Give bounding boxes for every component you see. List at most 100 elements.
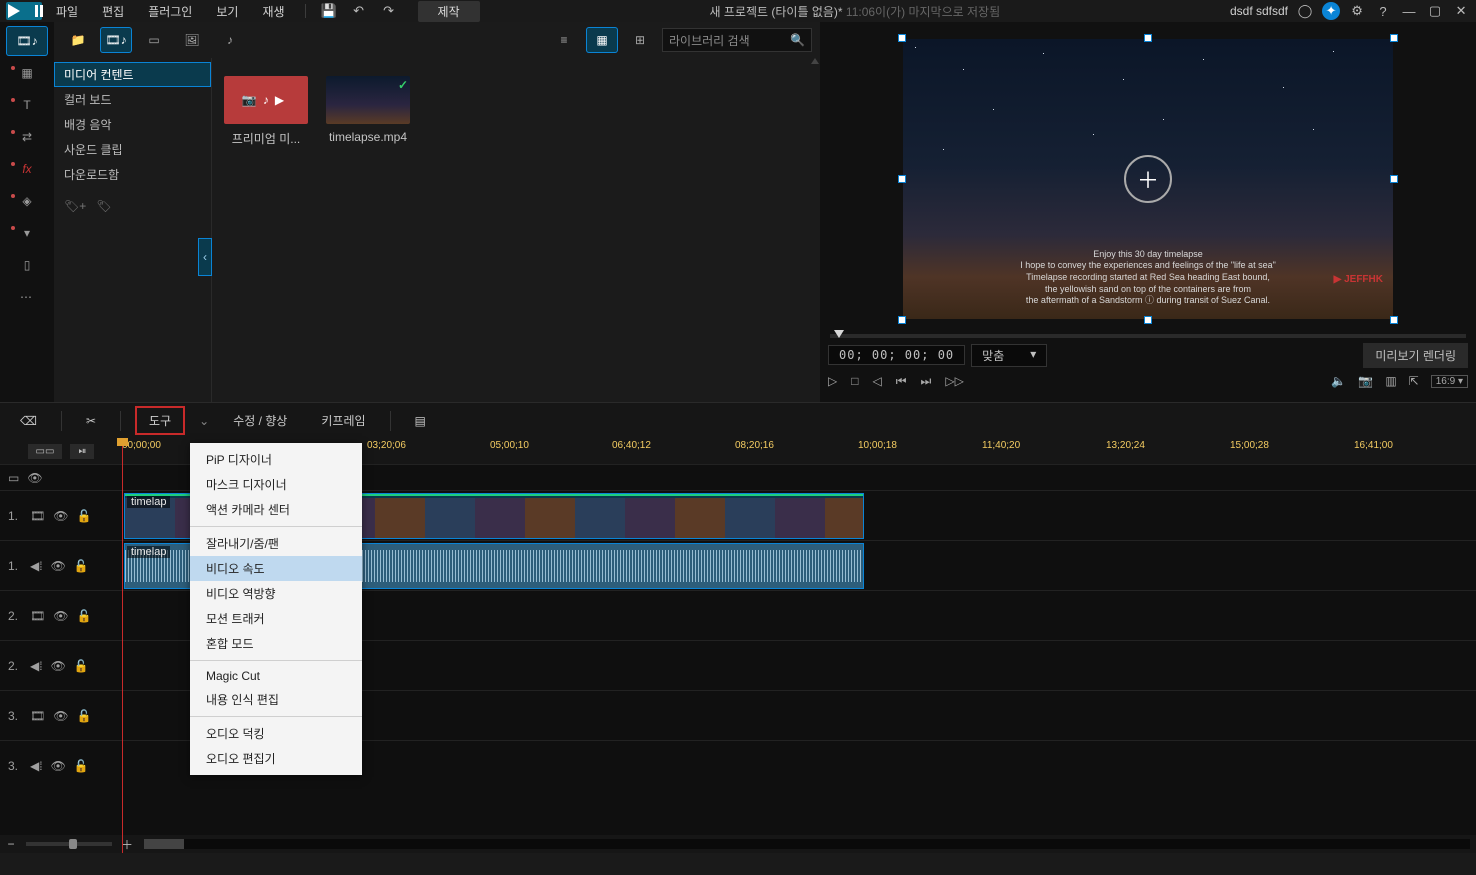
zoom-in-icon[interactable]: ＋ <box>116 836 138 853</box>
dropdown-item[interactable]: 액션 카메라 센터 <box>190 497 362 522</box>
settings-icon[interactable]: ⚙ <box>1348 2 1366 20</box>
track-lock-icon[interactable]: 🔓 <box>76 509 91 523</box>
room-media-icon[interactable]: 🎞♪ <box>6 26 48 56</box>
prev-frame-icon[interactable]: ◁ <box>872 374 881 388</box>
room-title-icon[interactable]: T <box>6 90 48 120</box>
tools-dropdown-button[interactable]: 도구 <box>135 406 185 435</box>
collapse-tree-icon[interactable]: ‹ <box>198 238 212 276</box>
save-icon[interactable]: 💾 <box>316 3 342 19</box>
play-icon[interactable]: ▷ <box>828 374 837 388</box>
menu-edit[interactable]: 편집 <box>92 3 134 20</box>
gallery-item-timelapse[interactable]: timelapse.mp4 <box>326 76 410 144</box>
help-icon[interactable]: ? <box>1374 2 1392 20</box>
cloud-icon[interactable]: ✦ <box>1322 2 1340 20</box>
search-icon[interactable]: 🔍 <box>790 33 805 47</box>
video-track-icon[interactable]: 🎞 <box>30 709 45 723</box>
track-visible-icon[interactable]: 👁 <box>53 709 68 723</box>
timecode-display[interactable]: 00; 00; 00; 00 <box>828 345 965 365</box>
audio-track-icon[interactable]: ◀⁞ <box>30 659 43 673</box>
step-fwd-icon[interactable]: ⏭ <box>921 374 932 389</box>
scrollbar-thumb[interactable] <box>144 839 184 849</box>
tree-item-sound[interactable]: 사운드 클립 <box>54 137 211 162</box>
room-transition-icon[interactable]: ⇄ <box>6 122 48 152</box>
fast-fwd-icon[interactable]: ▷▷ <box>945 374 963 388</box>
audio-track-icon[interactable]: ◀⁞ <box>30 759 43 773</box>
dropdown-item[interactable]: 혼합 모드 <box>190 631 362 656</box>
dropdown-item[interactable]: 잘라내기/줌/팬 <box>190 531 362 556</box>
resize-handle[interactable] <box>898 34 906 42</box>
preview-mode-icon[interactable]: ⏯ <box>70 444 94 459</box>
menu-file[interactable]: 파일 <box>46 3 88 20</box>
tag-add-icon[interactable]: 🏷+ <box>64 199 86 213</box>
search-input[interactable]: 라이브러리 검색 🔍 <box>662 28 812 52</box>
tree-item-bgm[interactable]: 배경 음악 <box>54 112 211 137</box>
track-visible-icon[interactable]: 👁 <box>51 759 66 773</box>
tree-item-download[interactable]: 다운로드함 <box>54 162 211 187</box>
tree-item-color[interactable]: 컬러 보드 <box>54 87 211 112</box>
dropdown-item[interactable]: Magic Cut <box>190 665 362 687</box>
redo-icon[interactable]: ↷ <box>376 3 402 19</box>
center-crosshair-icon[interactable]: ＋ <box>1124 155 1172 203</box>
zoom-knob[interactable] <box>69 839 77 849</box>
tree-item-media[interactable]: 미디어 컨텐트 <box>54 62 211 87</box>
seek-marker-icon[interactable] <box>834 330 844 338</box>
track-visible-icon[interactable]: 👁 <box>51 659 66 673</box>
audio-track-icon[interactable]: ◀⁞ <box>30 559 43 573</box>
track-lock-icon[interactable]: 🔓 <box>76 609 91 623</box>
menu-view[interactable]: 보기 <box>206 3 248 20</box>
volume-icon[interactable]: 🔈 <box>1331 374 1346 388</box>
undo-icon[interactable]: ↶ <box>346 3 372 19</box>
stop-icon[interactable]: □ <box>851 374 858 388</box>
video-track-icon[interactable]: 🎞 <box>30 609 45 623</box>
track-visible-icon[interactable]: 👁 <box>53 509 68 523</box>
gallery-scrollbar[interactable] <box>808 58 818 402</box>
keyframe-button[interactable]: 키프레임 <box>311 408 375 433</box>
dropdown-item[interactable]: 마스크 디자이너 <box>190 472 362 497</box>
room-fx-icon[interactable]: fx <box>6 154 48 184</box>
menu-plugin[interactable]: 플러그인 <box>138 3 202 20</box>
video-track-icon[interactable]: 🎞 <box>30 509 45 523</box>
fit-dropdown[interactable]: 맞춤 ▾ <box>971 344 1047 367</box>
user-icon[interactable]: ◯ <box>1296 2 1314 20</box>
tag-remove-icon[interactable]: 🏷 <box>96 199 111 213</box>
track-visible-icon[interactable]: 👁 <box>27 471 42 485</box>
track-view-icon[interactable]: ▭ <box>8 471 19 485</box>
track-visible-icon[interactable]: 👁 <box>53 609 68 623</box>
filter-image-icon[interactable]: 🖼 <box>176 27 208 53</box>
dropdown-item[interactable]: 비디오 역방향 <box>190 581 362 606</box>
zoom-out-icon[interactable]: − <box>0 837 22 851</box>
fix-enhance-button[interactable]: 수정 / 향상 <box>223 408 297 433</box>
filter-all-icon[interactable]: 🎞♪ <box>100 27 132 53</box>
dropdown-item[interactable]: 모션 트래커 <box>190 606 362 631</box>
resize-handle[interactable] <box>1144 316 1152 324</box>
preview-seek-slider[interactable] <box>830 334 1466 338</box>
view-grid-icon[interactable]: ▦ <box>586 27 618 53</box>
view-list-icon[interactable]: ≡ <box>548 27 580 53</box>
dropdown-item[interactable]: 내용 인식 편집 <box>190 687 362 712</box>
track-lock-icon[interactable]: 🔓 <box>76 709 91 723</box>
room-particle-icon[interactable]: ▾ <box>6 218 48 248</box>
app-logo-icon[interactable] <box>6 2 42 20</box>
more-tools-icon[interactable]: ▤ <box>405 410 436 432</box>
dropdown-item[interactable]: 비디오 속도 <box>190 556 362 581</box>
popout-icon[interactable]: ⇱ <box>1409 374 1419 388</box>
track-lock-icon[interactable]: 🔓 <box>74 559 89 573</box>
gallery-item-premium[interactable]: 📷♪▶ 프리미엄 미... <box>224 76 308 147</box>
room-overlay-icon[interactable]: ◈ <box>6 186 48 216</box>
close-icon[interactable]: ✕ <box>1452 2 1470 20</box>
step-back-icon[interactable]: ⏮ <box>896 374 907 389</box>
dropdown-item[interactable]: 오디오 편집기 <box>190 746 362 771</box>
storyboard-mode-icon[interactable]: ▭▭ <box>28 444 63 459</box>
resize-handle[interactable] <box>898 316 906 324</box>
resize-handle[interactable] <box>1390 316 1398 324</box>
resize-handle[interactable] <box>1390 175 1398 183</box>
track-visible-icon[interactable]: 👁 <box>51 559 66 573</box>
zoom-slider[interactable] <box>26 842 112 846</box>
import-icon[interactable]: 📁 <box>62 27 94 53</box>
maximize-icon[interactable]: ▢ <box>1426 2 1444 20</box>
menu-play[interactable]: 재생 <box>252 3 294 20</box>
resize-handle[interactable] <box>1390 34 1398 42</box>
playhead[interactable] <box>122 438 123 853</box>
snapshot-icon[interactable]: 📷 <box>1358 374 1373 388</box>
preview-render-button[interactable]: 미리보기 렌더링 <box>1363 343 1468 368</box>
